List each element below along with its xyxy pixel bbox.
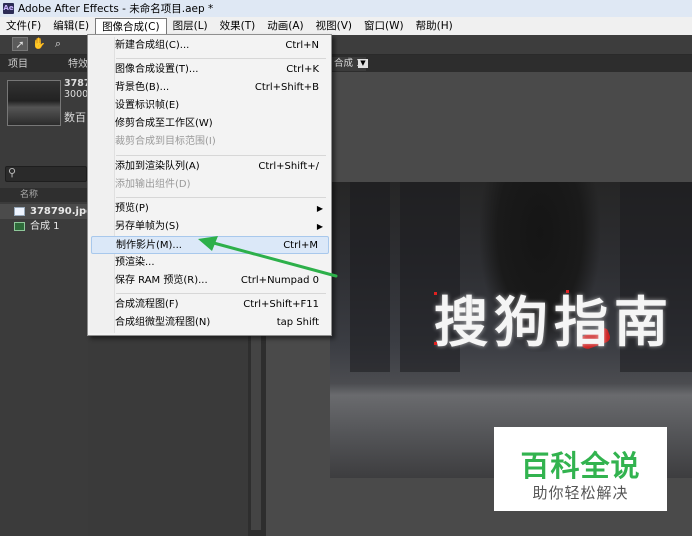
- menu-item-label: 保存 RAM 预览(R)...: [115, 275, 208, 286]
- menu-file[interactable]: 文件(F): [0, 17, 47, 35]
- menu-help[interactable]: 帮助(H): [410, 17, 459, 35]
- project-item-label: 378790.jpg: [30, 206, 94, 217]
- menu-item-composition-settings[interactable]: 图像合成设置(T)... Ctrl+K: [91, 61, 329, 79]
- menu-item-label: 预览(P): [115, 203, 149, 214]
- anchor-marker: [566, 290, 569, 293]
- menu-item-pre-render[interactable]: 预渲染...: [91, 254, 329, 272]
- project-search-input[interactable]: ⚲: [5, 166, 87, 182]
- background-building: [350, 182, 390, 372]
- menu-item-set-poster-frame[interactable]: 设置标识帧(E): [91, 97, 329, 115]
- after-effects-app-icon: Ae: [3, 3, 14, 14]
- menu-item-crop-to-region: 裁剪合成到目标范围(I): [91, 133, 329, 151]
- watermark-title: 百科全说: [520, 449, 641, 483]
- project-item-composition[interactable]: 合成 1: [0, 219, 88, 234]
- menu-animation[interactable]: 动画(A): [261, 17, 309, 35]
- footage-size-preview: 3000: [64, 89, 89, 100]
- tab-project[interactable]: 项目: [4, 57, 32, 72]
- menu-effect[interactable]: 效果(T): [214, 17, 262, 35]
- menu-item-shortcut: Ctrl+Numpad 0: [240, 275, 319, 286]
- menu-item-shortcut: Ctrl+Shift+F11: [243, 299, 319, 310]
- zoom-icon[interactable]: ⌕: [50, 37, 66, 51]
- menu-item-composition-flowchart[interactable]: 合成流程图(F) Ctrl+Shift+F11: [91, 296, 329, 314]
- menu-item-label: 修剪合成至工作区(W): [115, 118, 213, 129]
- menu-item-add-output-module: 添加输出组件(D): [91, 176, 329, 194]
- menu-window[interactable]: 窗口(W): [358, 17, 410, 35]
- project-item-label: 合成 1: [30, 221, 60, 232]
- menu-item-shortcut: Ctrl+M: [283, 240, 318, 251]
- text-layer[interactable]: 搜狗指南: [434, 278, 674, 357]
- menu-item-label: 预渲染...: [115, 257, 155, 268]
- menu-layer[interactable]: 图层(L): [167, 17, 214, 35]
- window-title: Adobe After Effects - 未命名项目.aep *: [18, 3, 214, 15]
- footage-desc-preview: 数百: [64, 111, 86, 124]
- menu-item-label: 设置标识帧(E): [115, 100, 180, 111]
- project-panel: [0, 55, 88, 536]
- menu-item-add-to-render-queue[interactable]: 添加到渲染队列(A) Ctrl+Shift+/: [91, 158, 329, 176]
- anchor-marker: [434, 342, 437, 345]
- menu-view[interactable]: 视图(V): [310, 17, 358, 35]
- menu-separator: [116, 155, 326, 156]
- menu-item-label: 图像合成设置(T)...: [115, 64, 199, 75]
- menu-edit[interactable]: 编辑(E): [47, 17, 95, 35]
- menu-item-new-composition[interactable]: 新建合成组(C)... Ctrl+N: [91, 37, 329, 55]
- menu-separator: [116, 197, 326, 198]
- composition-icon: [14, 222, 25, 231]
- menu-item-mini-flowchart[interactable]: 合成组微型流程图(N) tap Shift: [91, 314, 329, 332]
- menu-item-save-ram-preview[interactable]: 保存 RAM 预览(R)... Ctrl+Numpad 0: [91, 272, 329, 290]
- menu-item-background-color[interactable]: 背景色(B)... Ctrl+Shift+B: [91, 79, 329, 97]
- hand-icon[interactable]: ✋: [31, 37, 47, 51]
- menu-item-label: 新建合成组(C)...: [115, 40, 190, 51]
- menu-item-label: 裁剪合成到目标范围(I): [115, 136, 216, 147]
- menu-item-save-frame-as[interactable]: 另存单帧为(S) ▶: [91, 218, 329, 236]
- menu-item-label: 添加到渲染队列(A): [115, 161, 200, 172]
- menu-separator: [116, 293, 326, 294]
- menu-item-label: 合成组微型流程图(N): [115, 317, 211, 328]
- watermark-subtitle: 助你轻松解决: [532, 484, 629, 502]
- footage-thumbnail: [7, 80, 61, 126]
- search-icon: ⚲: [8, 166, 17, 179]
- chevron-down-icon[interactable]: ▼: [358, 59, 368, 68]
- title-bar: Ae Adobe After Effects - 未命名项目.aep *: [0, 0, 692, 17]
- submenu-arrow-icon: ▶: [316, 204, 323, 213]
- menu-item-trim-to-work-area[interactable]: 修剪合成至工作区(W): [91, 115, 329, 133]
- menu-separator: [116, 58, 326, 59]
- menu-item-label: 制作影片(M)...: [116, 240, 182, 251]
- menu-item-label: 另存单帧为(S): [115, 221, 180, 232]
- menu-item-shortcut: Ctrl+N: [285, 40, 319, 51]
- menu-item-preview[interactable]: 预览(P) ▶: [91, 200, 329, 218]
- menu-item-shortcut: Ctrl+Shift+/: [258, 161, 319, 172]
- selection-arrow-icon[interactable]: ➚: [12, 37, 28, 51]
- menu-composition[interactable]: 图像合成(C): [95, 17, 167, 35]
- menu-item-label: 添加输出组件(D): [115, 179, 191, 190]
- menu-item-shortcut: Ctrl+K: [286, 64, 319, 75]
- submenu-arrow-icon: ▶: [316, 222, 323, 231]
- watermark-badge: 百科全说 助你轻松解决: [494, 427, 667, 511]
- project-item-image[interactable]: 378790.jpg: [0, 204, 93, 219]
- menu-item-label: 背景色(B)...: [115, 82, 170, 93]
- menu-item-make-movie[interactable]: 制作影片(M)... Ctrl+M: [91, 236, 329, 254]
- composition-menu-dropdown: 新建合成组(C)... Ctrl+N 图像合成设置(T)... Ctrl+K 背…: [87, 34, 332, 336]
- menu-item-label: 合成流程图(F): [115, 299, 179, 310]
- anchor-marker: [434, 292, 437, 295]
- menu-item-shortcut: tap Shift: [276, 317, 319, 328]
- menu-item-shortcut: Ctrl+Shift+B: [254, 82, 319, 93]
- image-file-icon: [14, 207, 25, 216]
- column-header-name[interactable]: 名称: [0, 188, 88, 202]
